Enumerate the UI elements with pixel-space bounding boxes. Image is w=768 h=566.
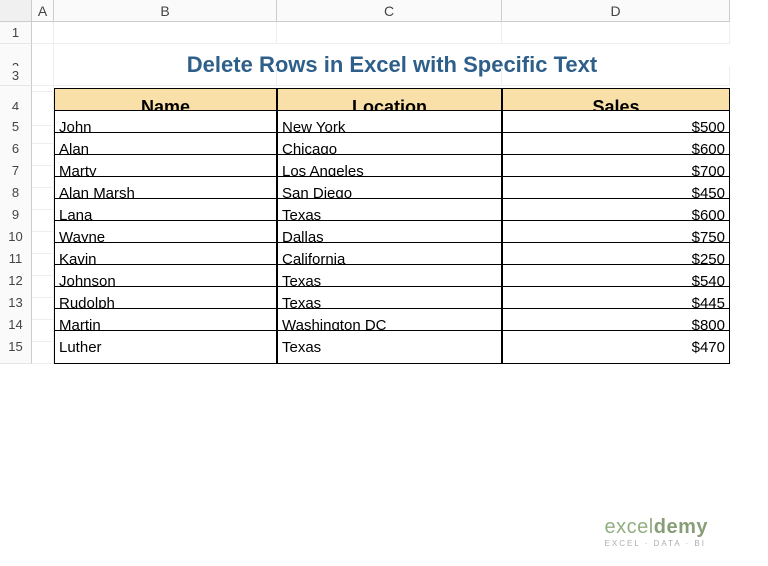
column-header-D[interactable]: D bbox=[502, 0, 730, 22]
watermark-brand-1: excel bbox=[605, 516, 654, 538]
cell-empty[interactable] bbox=[502, 22, 730, 44]
row-header-1[interactable]: 1 bbox=[0, 22, 32, 44]
spreadsheet-grid[interactable]: ABCD12Delete Rows in Excel with Specific… bbox=[0, 0, 768, 352]
watermark-brand: exceldemy bbox=[605, 516, 708, 539]
cell-empty[interactable] bbox=[54, 22, 277, 44]
row-header-15[interactable]: 15 bbox=[0, 330, 32, 364]
cell-empty[interactable] bbox=[502, 66, 730, 86]
cell-name[interactable]: Luther bbox=[54, 330, 277, 364]
column-header-A[interactable]: A bbox=[32, 0, 54, 22]
cell-empty[interactable] bbox=[277, 66, 502, 86]
watermark-brand-2: demy bbox=[654, 516, 708, 538]
column-header-C[interactable]: C bbox=[277, 0, 502, 22]
cell-empty[interactable] bbox=[277, 22, 502, 44]
cell-empty[interactable] bbox=[54, 66, 277, 86]
cell-sales[interactable]: $470 bbox=[502, 330, 730, 364]
cell-location[interactable]: Texas bbox=[277, 330, 502, 364]
watermark-tag: EXCEL · DATA · BI bbox=[605, 539, 708, 548]
select-all-corner[interactable] bbox=[0, 0, 32, 22]
column-header-B[interactable]: B bbox=[54, 0, 277, 22]
watermark: exceldemy EXCEL · DATA · BI bbox=[605, 516, 708, 548]
cell-empty[interactable] bbox=[32, 330, 54, 364]
row-header-3[interactable]: 3 bbox=[0, 66, 32, 86]
cell-empty[interactable] bbox=[32, 22, 54, 44]
cell-empty[interactable] bbox=[32, 66, 54, 86]
